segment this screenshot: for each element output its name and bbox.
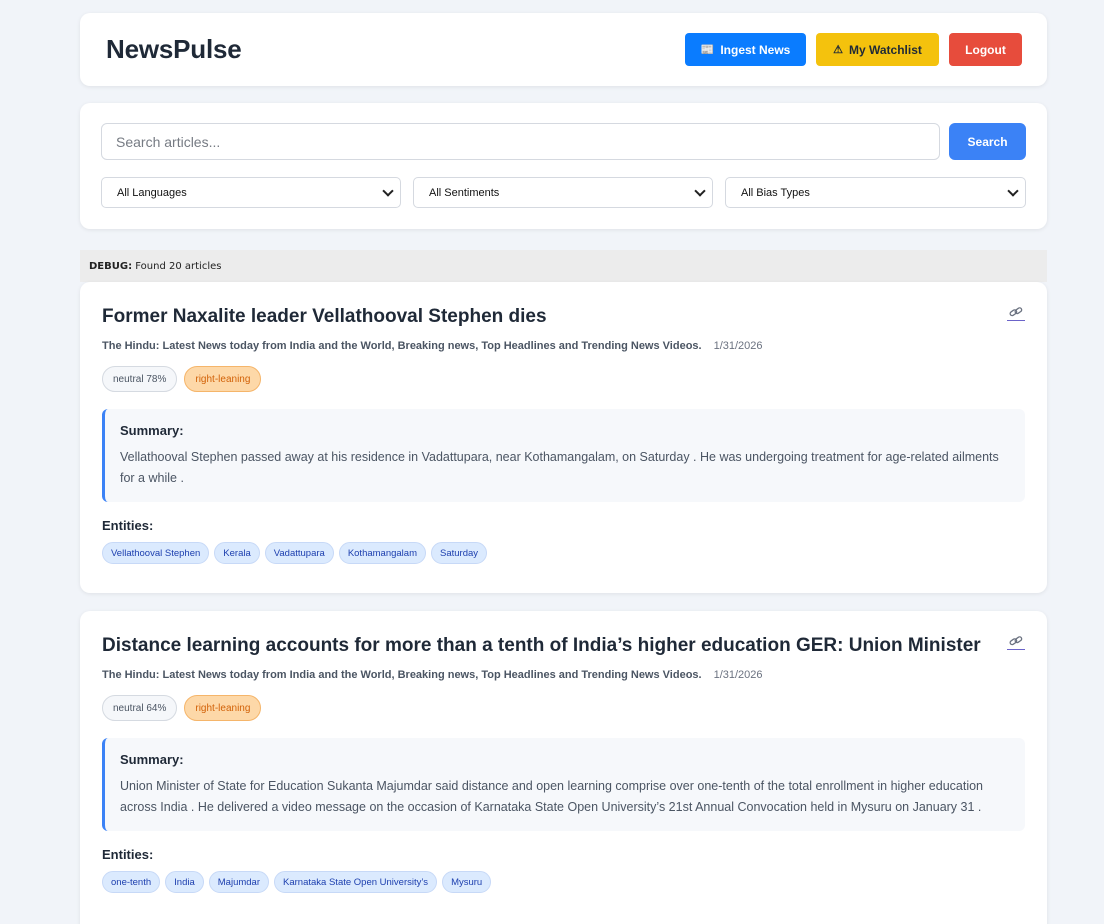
- article-tags: neutral 78% right-leaning: [102, 366, 1025, 392]
- bias-badge: right-leaning: [184, 366, 262, 392]
- filter-row: All Languages All Sentiments All Bias Ty…: [101, 177, 1026, 208]
- sentiment-select[interactable]: All Sentiments: [413, 177, 713, 208]
- search-panel: Search All Languages All Sentiments All …: [80, 103, 1047, 229]
- warning-icon: ⚠: [833, 44, 843, 56]
- link-icon[interactable]: [1007, 636, 1025, 650]
- article-summary: Summary: Union Minister of State for Edu…: [102, 738, 1025, 831]
- entity-tag[interactable]: Majumdar: [208, 871, 270, 893]
- link-underline: [1007, 649, 1025, 650]
- entity-list: one-tenth India Majumdar Karnataka State…: [102, 871, 1025, 893]
- language-select[interactable]: All Languages: [101, 177, 401, 208]
- debug-label: DEBUG:: [89, 261, 133, 272]
- search-input[interactable]: [101, 123, 941, 160]
- app-container: NewsPulse 📰 Ingest News ⚠ My Watchlist L…: [80, 13, 1047, 924]
- bias-select[interactable]: All Bias Types: [725, 177, 1026, 208]
- summary-label: Summary:: [120, 423, 184, 438]
- bias-badge: right-leaning: [184, 695, 262, 721]
- article-source: The Hindu: Latest News today from India …: [102, 340, 702, 352]
- entity-tag[interactable]: Mysuru: [442, 871, 492, 893]
- entities-label: Entities:: [102, 518, 154, 533]
- entity-tag[interactable]: Vadattupara: [264, 542, 334, 564]
- article-card: Distance learning accounts for more than…: [80, 611, 1047, 924]
- summary-text: Union Minister of State for Education Su…: [120, 779, 984, 814]
- logout-button[interactable]: Logout: [949, 33, 1022, 66]
- sentiment-select-value: All Sentiments: [429, 186, 500, 199]
- article-date: 1/31/2026: [713, 340, 763, 352]
- chevron-down-icon: [694, 184, 706, 197]
- app-header: NewsPulse 📰 Ingest News ⚠ My Watchlist L…: [80, 13, 1047, 86]
- link-underline: [1007, 320, 1025, 321]
- search-button[interactable]: Search: [949, 123, 1026, 160]
- ingest-news-button[interactable]: 📰 Ingest News: [685, 33, 806, 66]
- article-meta: The Hindu: Latest News today from India …: [102, 669, 1025, 681]
- article-meta: The Hindu: Latest News today from India …: [102, 340, 1025, 352]
- summary-label: Summary:: [120, 752, 184, 767]
- newspaper-icon: 📰: [700, 44, 715, 56]
- entity-tag[interactable]: India: [165, 871, 204, 893]
- ingest-news-label: Ingest News: [720, 42, 791, 57]
- chevron-down-icon: [382, 184, 394, 197]
- sentiment-badge: neutral 78%: [102, 366, 178, 392]
- article-title[interactable]: Distance learning accounts for more than…: [102, 633, 1025, 659]
- article-title[interactable]: Former Naxalite leader Vellathooval Step…: [102, 304, 1025, 330]
- debug-text: Found 20 articles: [135, 261, 222, 272]
- entity-tag[interactable]: Saturday: [431, 542, 488, 564]
- header-actions: 📰 Ingest News ⚠ My Watchlist Logout: [685, 33, 1022, 66]
- app-logo: NewsPulse: [106, 34, 242, 64]
- watchlist-label: My Watchlist: [848, 42, 922, 57]
- bias-select-value: All Bias Types: [741, 186, 810, 199]
- article-source: The Hindu: Latest News today from India …: [102, 669, 702, 681]
- search-row: Search: [101, 123, 1026, 160]
- language-select-value: All Languages: [117, 186, 187, 199]
- entity-tag[interactable]: Kothamangalam: [338, 542, 426, 564]
- article-card: Former Naxalite leader Vellathooval Step…: [80, 282, 1047, 593]
- article-date: 1/31/2026: [713, 669, 763, 681]
- entities-label: Entities:: [102, 847, 154, 862]
- debug-bar: DEBUG: Found 20 articles: [80, 250, 1047, 282]
- sentiment-badge: neutral 64%: [102, 695, 178, 721]
- article-tags: neutral 64% right-leaning: [102, 695, 1025, 721]
- entity-tag[interactable]: one-tenth: [102, 871, 161, 893]
- summary-text: Vellathooval Stephen passed away at his …: [120, 450, 999, 485]
- entity-list: Vellathooval Stephen Kerala Vadattupara …: [102, 542, 1025, 564]
- link-icon[interactable]: [1007, 307, 1025, 321]
- watchlist-button[interactable]: ⚠ My Watchlist: [816, 33, 939, 66]
- entity-tag[interactable]: Kerala: [214, 542, 260, 564]
- chevron-down-icon: [1007, 184, 1019, 197]
- entity-tag[interactable]: Vellathooval Stephen: [102, 542, 210, 564]
- article-summary: Summary: Vellathooval Stephen passed awa…: [102, 409, 1025, 502]
- entity-tag[interactable]: Karnataka State Open University’s: [274, 871, 438, 893]
